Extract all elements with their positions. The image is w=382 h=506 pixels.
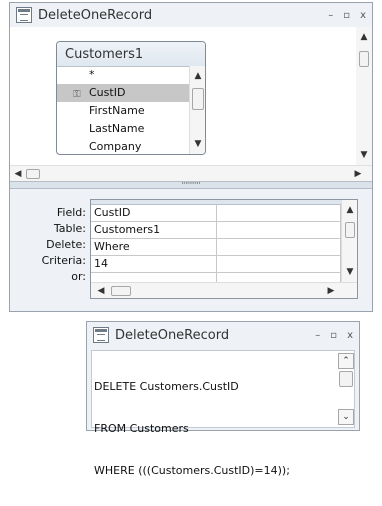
table-name-header[interactable]: Customers1	[57, 42, 205, 67]
maximize-button[interactable]: ▫	[343, 10, 350, 21]
design-grid-area: Field: Table: Delete: Criteria: or: Cust…	[10, 189, 372, 311]
minimize-button[interactable]: –	[315, 330, 320, 341]
scroll-right-arrow-icon[interactable]: ▶	[350, 166, 366, 182]
scroll-thumb[interactable]	[345, 222, 355, 238]
sql-window-title: DeleteOneRecord	[115, 327, 230, 343]
grid-cell[interactable]: Where	[91, 239, 217, 256]
query-window-titlebar[interactable]: DeleteOneRecord – ▫ x	[10, 3, 372, 27]
table-pane-vscrollbar[interactable]: ▲ ▼	[356, 27, 372, 165]
query-design-icon	[16, 7, 32, 23]
grid-column-2	[217, 205, 341, 290]
scroll-thumb[interactable]	[26, 169, 40, 179]
query-window-title: DeleteOneRecord	[38, 7, 153, 23]
field-row-all[interactable]: *	[57, 66, 189, 84]
sql-view-icon	[93, 327, 109, 343]
sql-line: WHERE (((Customers.CustID)=14));	[94, 464, 290, 477]
field-label: FirstName	[89, 104, 145, 117]
scroll-thumb[interactable]	[111, 286, 131, 296]
field-row-company[interactable]: Company	[57, 138, 189, 154]
field-label: LastName	[89, 122, 145, 135]
scroll-down-arrow-icon[interactable]: ▼	[356, 147, 372, 163]
table-pane: Customers1 * ⚿ CustID FirstName LastName …	[10, 27, 372, 181]
scroll-left-arrow-icon[interactable]: ◀	[93, 283, 109, 299]
sql-view-window: DeleteOneRecord – ▫ x DELETE Customers.C…	[86, 321, 360, 477]
sql-window-titlebar[interactable]: DeleteOneRecord – ▫ x	[87, 322, 359, 348]
grid-cell[interactable]	[217, 256, 341, 273]
table-field-list[interactable]: Customers1 * ⚿ CustID FirstName LastName …	[56, 41, 206, 155]
field-row-firstname[interactable]: FirstName	[57, 102, 189, 120]
row-label-or: or:	[71, 270, 86, 283]
design-grid: CustID Customers1 Where 14 ▲ ▼ ◀ ▶	[90, 199, 358, 299]
scroll-down-arrow-icon[interactable]: ▼	[342, 264, 358, 280]
grid-cell[interactable]	[217, 239, 341, 256]
scroll-up-arrow-icon[interactable]: ▲	[342, 202, 358, 218]
table-pane-hscrollbar[interactable]: ◀ ▶	[10, 165, 372, 181]
scroll-down-arrow-icon[interactable]: ▼	[190, 136, 205, 152]
row-label-table: Table:	[53, 222, 86, 235]
grid-cell[interactable]: 14	[91, 256, 217, 273]
scroll-thumb[interactable]	[339, 371, 353, 387]
sql-editor[interactable]: DELETE Customers.CustID FROM Customers W…	[91, 350, 355, 477]
minimize-button[interactable]: –	[328, 10, 333, 21]
grid-cell[interactable]	[217, 205, 341, 222]
field-row-custid[interactable]: ⚿ CustID	[57, 84, 189, 102]
field-list: * ⚿ CustID FirstName LastName Company	[57, 66, 189, 154]
scroll-up-arrow-icon[interactable]: ⌃	[338, 353, 354, 369]
close-button[interactable]: x	[360, 10, 366, 21]
sql-line: DELETE Customers.CustID	[94, 380, 239, 393]
field-row-lastname[interactable]: LastName	[57, 120, 189, 138]
row-label-criteria: Criteria:	[41, 254, 86, 267]
grid-cell[interactable]: Customers1	[91, 222, 217, 239]
field-label: *	[89, 68, 95, 81]
field-label: Company	[89, 140, 142, 153]
pane-splitter[interactable]: ''''''''''	[10, 181, 372, 189]
field-label: CustID	[89, 86, 126, 99]
sql-vscrollbar[interactable]: ⌃ ⌄	[338, 353, 354, 425]
scroll-right-arrow-icon[interactable]: ▶	[323, 283, 339, 299]
row-label-delete: Delete:	[46, 238, 86, 251]
grid-vscrollbar[interactable]: ▲ ▼	[341, 200, 357, 282]
scroll-thumb[interactable]	[359, 51, 369, 67]
grid-row-labels: Field: Table: Delete: Criteria: or:	[10, 205, 86, 285]
grid-hscrollbar[interactable]: ◀ ▶	[91, 282, 357, 298]
scroll-up-arrow-icon[interactable]: ▲	[190, 68, 205, 84]
sql-text[interactable]: DELETE Customers.CustID FROM Customers W…	[94, 352, 290, 506]
grid-cell[interactable]	[217, 222, 341, 239]
grid-column-1: CustID Customers1 Where 14	[91, 205, 217, 290]
query-design-window: DeleteOneRecord – ▫ x Customers1 * ⚿ Cust…	[9, 2, 373, 312]
maximize-button[interactable]: ▫	[330, 330, 337, 341]
grid-cell[interactable]: CustID	[91, 205, 217, 222]
scroll-down-arrow-icon[interactable]: ⌄	[338, 409, 354, 425]
row-label-field: Field:	[56, 206, 86, 219]
splitter-grip: ''''''''''	[181, 181, 201, 189]
scroll-thumb[interactable]	[192, 88, 204, 110]
close-button[interactable]: x	[347, 330, 353, 341]
scroll-left-arrow-icon[interactable]: ◀	[10, 166, 26, 182]
scroll-up-arrow-icon[interactable]: ▲	[356, 29, 372, 45]
field-list-scrollbar[interactable]: ▲ ▼	[189, 66, 205, 154]
sql-line: FROM Customers	[94, 422, 189, 435]
